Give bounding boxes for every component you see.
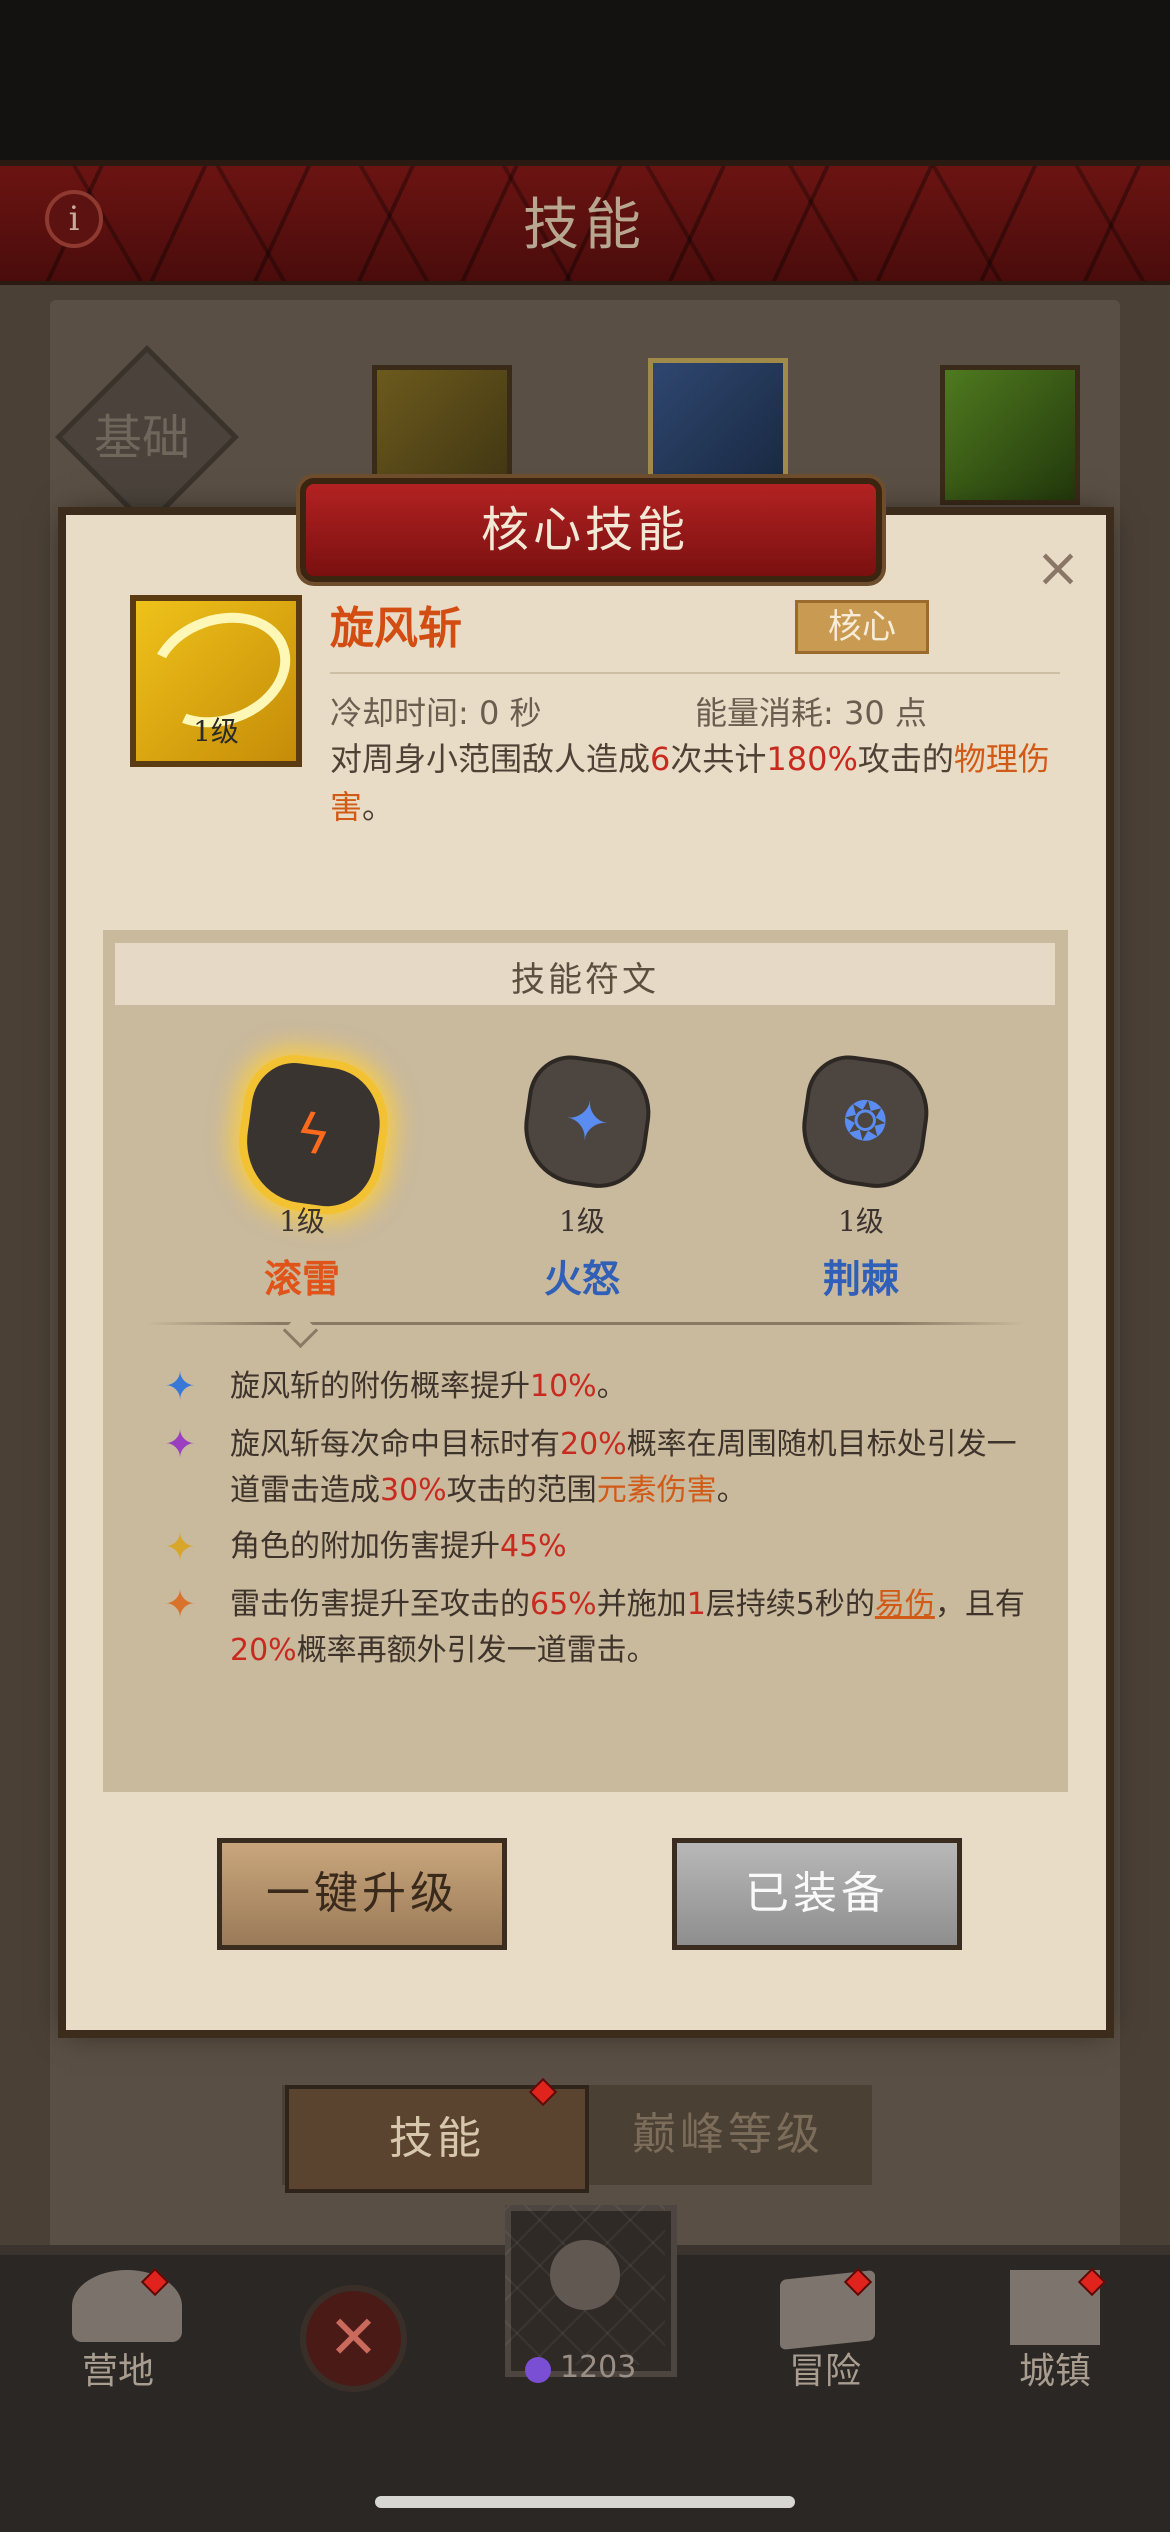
rune-fury-icon[interactable]: ✦ bbox=[516, 1049, 658, 1195]
nav-camp-label[interactable]: 营地 bbox=[43, 2342, 193, 2394]
rune-3-name: 荆棘 bbox=[822, 1257, 899, 1301]
yellow-star-icon: ✦ bbox=[164, 1525, 196, 1569]
rune-effect-3: 角色的附加伤害提升45% bbox=[230, 1529, 567, 1564]
skill-slot-3-icon[interactable] bbox=[940, 365, 1080, 505]
crossed-swords-icon[interactable]: ✕ bbox=[300, 2285, 407, 2392]
skill-slot-2-icon[interactable] bbox=[648, 358, 788, 498]
home-indicator[interactable] bbox=[375, 2496, 795, 2508]
energy-cost-text: 能量消耗: 30 点 bbox=[695, 694, 927, 732]
skill-level: 1级 bbox=[193, 715, 239, 748]
status-bar-area bbox=[0, 0, 1170, 160]
skill-description: 对周身小范围敌人造成6次共计180%攻击的物理伤害。 bbox=[330, 740, 1050, 826]
vulnerable-link[interactable]: 易伤 bbox=[875, 1587, 935, 1622]
orange-star-icon: ✦ bbox=[164, 1582, 196, 1626]
purple-gem-icon bbox=[525, 2357, 551, 2383]
skill-type-badge: 核心 bbox=[795, 600, 929, 654]
skill-name: 旋风斩 bbox=[330, 603, 462, 654]
info-icon[interactable]: i bbox=[45, 190, 103, 248]
equipped-button[interactable]: 已装备 bbox=[672, 1838, 962, 1950]
close-icon[interactable]: × bbox=[1030, 540, 1086, 596]
modal-title: 核心技能 bbox=[480, 502, 689, 558]
rune-2-level: 1级 bbox=[559, 1205, 605, 1238]
blue-star-icon: ✦ bbox=[164, 1364, 196, 1408]
rune-2-name: 火怒 bbox=[543, 1257, 620, 1301]
cooldown-text: 冷却时间: 0 秒 bbox=[330, 694, 542, 732]
nav-adventure-label[interactable]: 冒险 bbox=[750, 2342, 900, 2394]
rune-thorns-icon[interactable]: ❂ bbox=[794, 1049, 936, 1195]
rune-1-level: 1级 bbox=[279, 1205, 325, 1238]
rune-effect-1: 旋风斩的附伤概率提升10%。 bbox=[230, 1369, 627, 1404]
category-tab-basic[interactable]: 基础 bbox=[62, 398, 222, 468]
rune-1-name: 滚雷 bbox=[263, 1257, 340, 1301]
page-title: 技能 bbox=[523, 193, 647, 258]
divider bbox=[330, 672, 1060, 674]
skull-icon bbox=[550, 2240, 620, 2310]
rune-divider bbox=[145, 1322, 1025, 1325]
rune-effect-4: 雷击伤害提升至攻击的65%并施加1层持续5秒的易伤，且有20%概率再额外引发一道… bbox=[230, 1587, 1025, 1668]
rune-effect-2: 旋风斩每次命中目标时有20%概率在周围随机目标处引发一道雷击造成30%攻击的范围… bbox=[230, 1427, 1017, 1508]
one-click-upgrade-button[interactable]: 一键升级 bbox=[217, 1838, 507, 1950]
rune-section-title: 技能符文 bbox=[511, 960, 659, 1000]
purple-star-icon: ✦ bbox=[164, 1422, 196, 1466]
nav-town-label[interactable]: 城镇 bbox=[980, 2342, 1130, 2394]
gem-count: 1203 bbox=[560, 2350, 637, 2385]
tab-peak-level[interactable]: 巅峰等级 bbox=[588, 2085, 868, 2185]
rune-3-level: 1级 bbox=[838, 1205, 884, 1238]
